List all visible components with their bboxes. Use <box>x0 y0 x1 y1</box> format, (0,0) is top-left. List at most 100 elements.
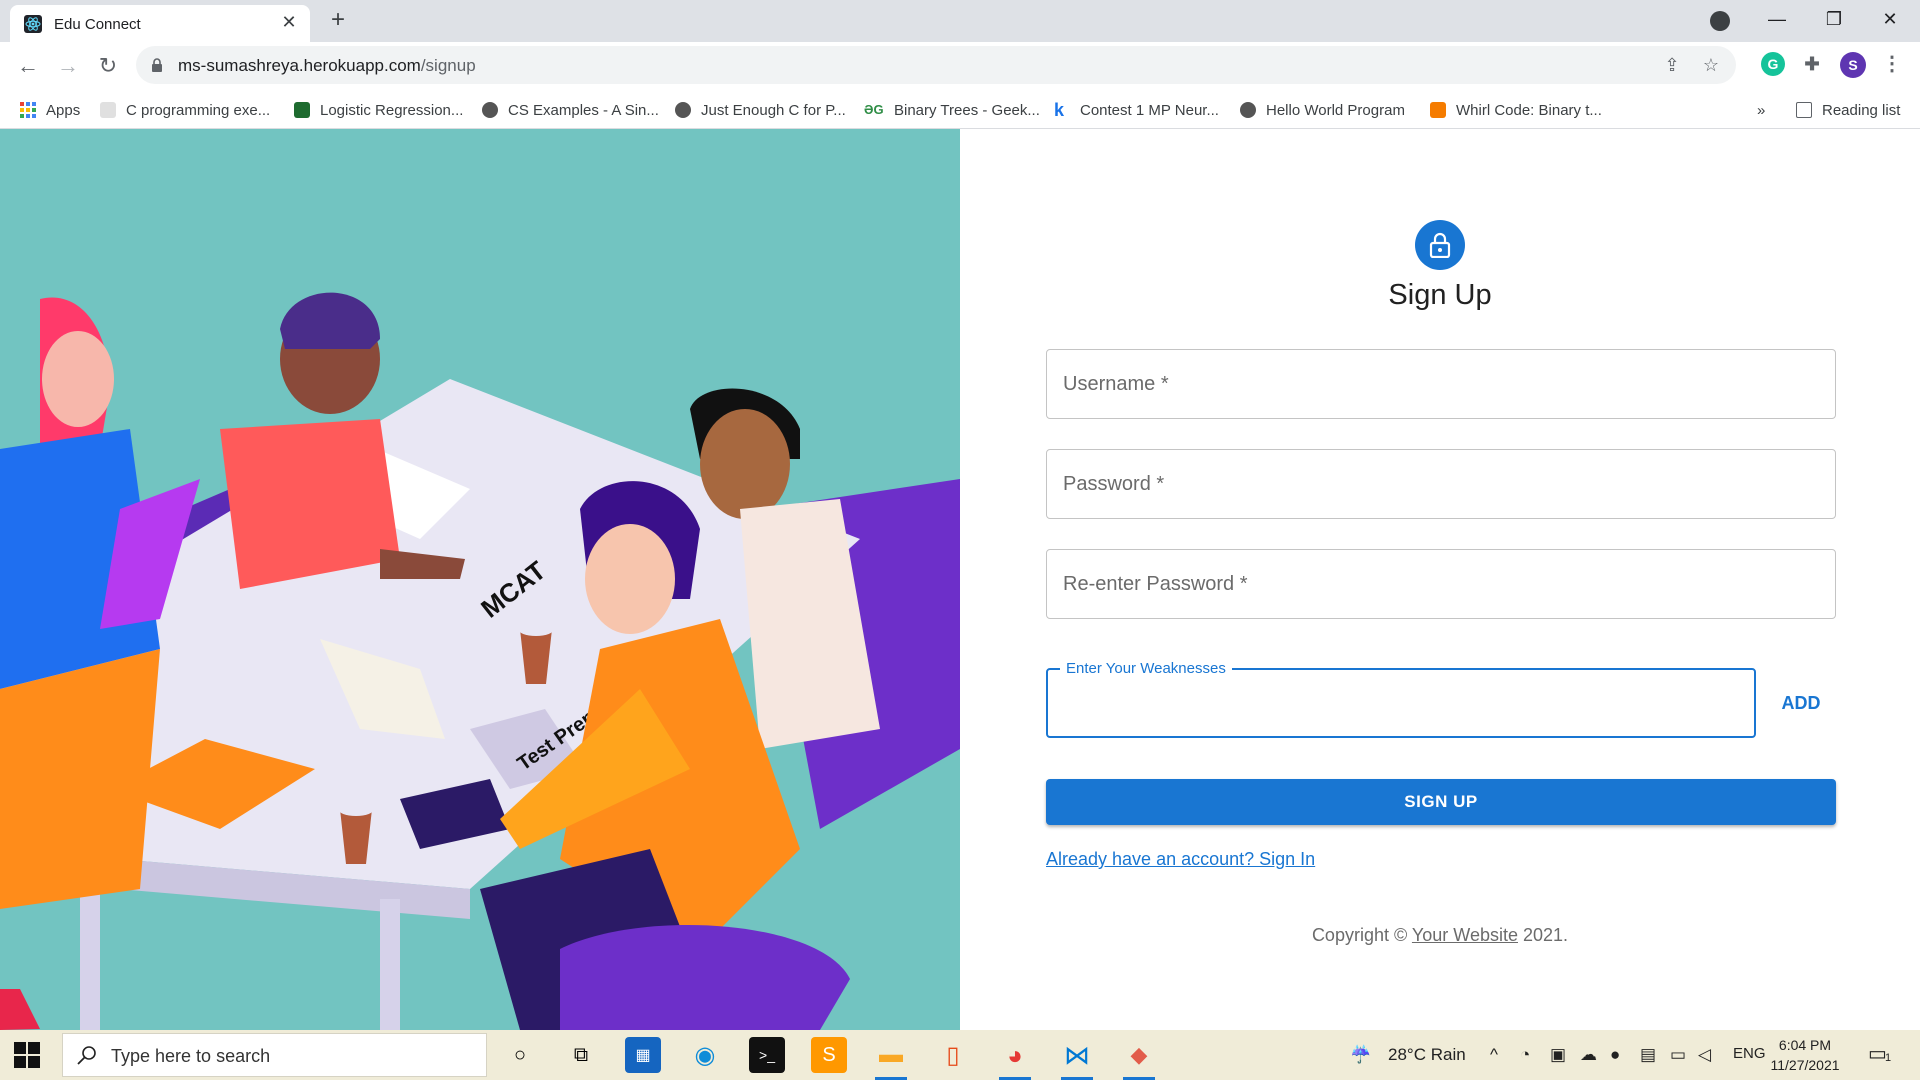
edge-icon[interactable]: ◉ <box>687 1037 723 1073</box>
profile-avatar[interactable]: S <box>1840 52 1866 78</box>
restore-icon[interactable]: ❐ <box>1814 6 1854 32</box>
website-link[interactable]: Your Website <box>1412 925 1518 945</box>
cortana-icon[interactable]: ○ <box>502 1037 538 1073</box>
study-group-illustration: MCAT Test Prep <box>0 129 960 1030</box>
forward-arrow-icon[interactable]: → <box>54 52 82 80</box>
globe-icon <box>1240 102 1256 118</box>
close-window-icon[interactable]: ✕ <box>1870 6 1910 32</box>
meet-icon[interactable]: ▣ <box>1550 1045 1566 1065</box>
blogger-icon <box>1430 102 1446 118</box>
chrome-icon[interactable]: ◕ <box>997 1037 1033 1080</box>
bookmark-contest-1[interactable]: k Contest 1 MP Neur... <box>1054 99 1219 121</box>
page-title: Sign Up <box>1388 279 1492 311</box>
reload-icon[interactable]: ↻ <box>94 52 122 80</box>
ml-icon <box>294 102 310 118</box>
clock-date: 11/27/2021 <box>1770 1057 1840 1073</box>
wifi-icon[interactable]: ◔ <box>1520 1045 1530 1065</box>
k-icon: k <box>1054 100 1065 120</box>
add-weakness-button[interactable]: ADD <box>1770 683 1832 723</box>
new-tab-icon[interactable]: + <box>325 8 351 34</box>
globe-icon <box>675 102 691 118</box>
onedrive-icon[interactable]: ☁ <box>1580 1045 1597 1065</box>
tab-search-icon[interactable] <box>1710 11 1730 31</box>
weather-text[interactable]: 28°C Rain <box>1388 1045 1466 1065</box>
username-field[interactable] <box>1046 349 1836 419</box>
close-tab-icon[interactable]: ✕ <box>278 11 300 33</box>
kebab-menu-icon[interactable]: ⋮ <box>1880 52 1904 76</box>
minimize-icon[interactable]: — <box>1757 6 1797 32</box>
volume-icon[interactable]: ◁ <box>1698 1045 1711 1065</box>
address-bar[interactable]: ms-sumashreya.herokuapp.com/signup ⇪ ☆ <box>136 46 1736 84</box>
weather-icon: ☔ <box>1350 1045 1372 1064</box>
office-icon[interactable]: ▯ <box>935 1037 971 1073</box>
reading-list-button[interactable]: Reading list <box>1796 99 1900 121</box>
signin-link[interactable]: Already have an account? Sign In <box>1046 849 1315 870</box>
table-leg <box>380 899 400 1030</box>
bookmark-label: Hello World Program <box>1266 101 1405 119</box>
bookmark-apps[interactable]: Apps <box>20 99 80 121</box>
person-right-head <box>700 409 790 519</box>
person-back-shirt <box>220 419 400 589</box>
battery-icon[interactable]: ▭ <box>1670 1045 1686 1065</box>
person-left-skirt <box>0 649 160 909</box>
person-back-hair <box>280 292 380 349</box>
reading-list-label: Reading list <box>1822 101 1901 119</box>
globe-icon <box>482 102 498 118</box>
tray-chevron-icon[interactable]: ^ <box>1490 1045 1498 1065</box>
reading-list-icon <box>1796 102 1812 118</box>
tab-title: Edu Connect <box>54 16 141 33</box>
signup-button[interactable]: SIGN UP <box>1046 779 1836 825</box>
file-explorer-icon[interactable]: ▬ <box>873 1037 909 1080</box>
bookmark-binary-trees[interactable]: ƏG Binary Trees - Geek... <box>864 99 1040 121</box>
bookmark-label: Contest 1 MP Neur... <box>1080 101 1219 119</box>
back-arrow-icon[interactable]: ← <box>14 52 42 80</box>
taskbar-search[interactable]: Type here to search <box>62 1033 487 1077</box>
app-icon[interactable]: ◆ <box>1121 1037 1157 1080</box>
store-icon[interactable]: ▦ <box>625 1037 661 1073</box>
bookmark-label: Whirl Code: Binary t... <box>1456 101 1602 119</box>
person-front-head <box>585 524 675 634</box>
terminal-icon[interactable]: >_ <box>749 1037 785 1073</box>
bookmark-label: CS Examples - A Sin... <box>508 101 659 119</box>
bookmark-cs-examples[interactable]: CS Examples - A Sin... <box>482 99 659 121</box>
tab-strip: Edu Connect ✕ + — ❐ ✕ <box>0 0 1920 42</box>
bookmark-label: Apps <box>46 101 81 119</box>
lock-avatar <box>1415 220 1465 270</box>
weaknesses-field[interactable]: Enter Your Weaknesses <box>1046 660 1756 738</box>
task-view-icon[interactable]: ⧉ <box>563 1037 599 1073</box>
sublime-icon[interactable]: S <box>811 1037 847 1073</box>
copyright: Copyright © Your Website 2021. <box>960 925 1920 946</box>
reenter-password-field[interactable] <box>1046 549 1836 619</box>
cup-lid <box>518 622 554 636</box>
password-input[interactable] <box>1047 450 1835 518</box>
bookmark-label: C programming exe... <box>126 101 271 119</box>
windows-start-icon[interactable] <box>14 1042 40 1068</box>
bookmark-logistic-regression[interactable]: Logistic Regression... <box>294 99 463 121</box>
extensions-puzzle-icon[interactable]: ✚ <box>1800 52 1824 76</box>
username-input[interactable] <box>1047 350 1835 418</box>
bookmark-c-programming[interactable]: C programming exe... <box>100 99 270 121</box>
bookmarks-overflow[interactable]: » <box>1757 99 1765 121</box>
lock-icon <box>1429 232 1451 258</box>
signup-form-pane: Sign Up Enter Your Weaknesses ADD SIGN U… <box>960 129 1920 1030</box>
bookmark-star-icon[interactable]: ☆ <box>1700 54 1722 76</box>
tab-edu-connect[interactable]: Edu Connect ✕ <box>10 5 310 42</box>
password-field[interactable] <box>1046 449 1836 519</box>
share-icon[interactable]: ⇪ <box>1661 54 1683 76</box>
cup-lid <box>338 802 374 816</box>
apps-grid-icon <box>20 102 36 118</box>
bookmark-just-enough-c[interactable]: Just Enough C for P... <box>675 99 846 121</box>
network-icon[interactable]: ▤ <box>1640 1045 1656 1065</box>
bookmark-whirl-code[interactable]: Whirl Code: Binary t... <box>1430 99 1602 121</box>
bookmark-hello-world[interactable]: Hello World Program <box>1240 99 1405 121</box>
grammarly-icon[interactable]: G <box>1761 52 1785 76</box>
reenter-password-input[interactable] <box>1047 550 1835 618</box>
notification-count: 1 <box>1885 1052 1892 1064</box>
copyright-suffix: 2021. <box>1518 925 1569 945</box>
microphone-icon[interactable]: ● <box>1610 1045 1620 1065</box>
clock[interactable]: 6:04 PM 11/27/2021 <box>1760 1035 1850 1075</box>
clock-time: 6:04 PM <box>1778 1037 1832 1053</box>
bookmark-label: Logistic Regression... <box>320 101 464 119</box>
weaknesses-input[interactable] <box>1048 670 1754 736</box>
vscode-icon[interactable]: ⋈ <box>1059 1037 1095 1080</box>
